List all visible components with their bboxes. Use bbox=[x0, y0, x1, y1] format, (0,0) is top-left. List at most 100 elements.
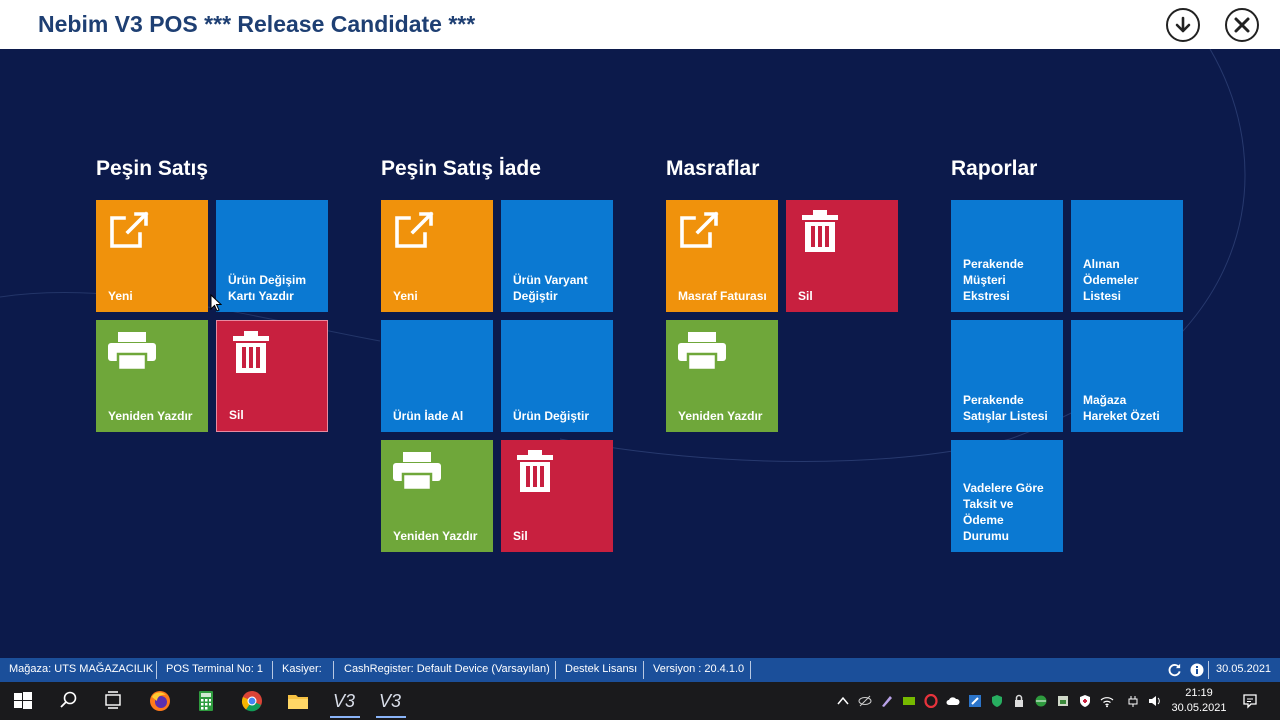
tile-alinan-odemeler-listesi[interactable]: Alınan Ödemeler Listesi bbox=[1071, 200, 1183, 312]
tile-label: Ürün Değiştir bbox=[513, 409, 590, 423]
nebim-v3-icon[interactable]: V3 bbox=[330, 686, 360, 718]
task-view-icon[interactable] bbox=[102, 689, 126, 713]
lock-icon[interactable] bbox=[1012, 694, 1026, 708]
tile-label: Sil bbox=[513, 529, 528, 543]
tile-urun-iade-al[interactable]: Ürün İade Al bbox=[381, 320, 493, 432]
tile-perakende-satislar-listesi[interactable]: Perakende Satışlar Listesi bbox=[951, 320, 1063, 432]
usb-icon[interactable] bbox=[1056, 694, 1070, 708]
arrow-down-circle-icon[interactable] bbox=[1166, 8, 1200, 42]
title-bar: Nebim V3 POS *** Release Candidate *** bbox=[0, 0, 1280, 49]
nebim-v3-icon[interactable]: V3 bbox=[376, 686, 406, 718]
tile-label: Perakende Satışlar Listesi bbox=[963, 393, 1048, 423]
group-title-raporlar: Raporlar bbox=[951, 157, 1038, 180]
opera-icon[interactable] bbox=[924, 693, 938, 709]
window-title: Nebim V3 POS *** Release Candidate *** bbox=[38, 11, 476, 37]
external-link-icon bbox=[106, 208, 150, 257]
tile-label: Sil bbox=[798, 289, 813, 303]
group-title-pesin-satis-iade: Peşin Satış İade bbox=[381, 157, 541, 180]
tile-label: Yeni bbox=[108, 289, 133, 303]
status-terminal: POS Terminal No: 1 bbox=[166, 663, 264, 675]
calculator-icon[interactable] bbox=[194, 689, 218, 713]
group-title-masraflar: Masraflar bbox=[666, 157, 760, 180]
firefox-icon[interactable] bbox=[148, 689, 172, 713]
antivirus-icon[interactable] bbox=[1078, 694, 1092, 708]
tile-urun-degisim-karti-yazdir[interactable]: Ürün Değişim Kartı Yazdır bbox=[216, 200, 328, 312]
notification-icon[interactable] bbox=[1242, 693, 1258, 709]
tile-label: Sil bbox=[229, 408, 244, 422]
mouse-cursor-icon bbox=[210, 294, 222, 312]
network-app-icon[interactable] bbox=[1034, 694, 1048, 708]
tile-iade-yeniden-yazdir[interactable]: Yeniden Yazdır bbox=[381, 440, 493, 552]
tile-label: Ürün İade Al bbox=[393, 409, 464, 423]
taskbar: V3 V3 21:19 30.05.2021 bbox=[0, 682, 1280, 720]
shield-icon[interactable] bbox=[990, 694, 1004, 708]
nvidia-icon[interactable] bbox=[902, 694, 916, 708]
tile-label: Mağaza Hareket Özeti bbox=[1083, 393, 1160, 423]
tile-label: Masraf Faturası bbox=[678, 289, 767, 303]
wifi-icon[interactable] bbox=[1100, 694, 1114, 708]
trash-icon bbox=[800, 208, 840, 259]
status-cash-register: CashRegister: Default Device (Varsayılan… bbox=[344, 663, 550, 675]
tile-magaza-hareket-ozeti[interactable]: Mağaza Hareket Özeti bbox=[1071, 320, 1183, 432]
app-label: V3 bbox=[333, 691, 356, 711]
taskbar-clock[interactable]: 21:19 30.05.2021 bbox=[1168, 686, 1230, 716]
printer-icon bbox=[106, 328, 158, 379]
tile-label: Ürün Varyant Değiştir bbox=[513, 273, 588, 303]
tile-urun-varyant-degistir[interactable]: Ürün Varyant Değiştir bbox=[501, 200, 613, 312]
tile-label: Alınan Ödemeler Listesi bbox=[1083, 257, 1139, 303]
file-explorer-icon[interactable] bbox=[286, 689, 310, 713]
tile-perakende-musteri-ekstresi[interactable]: Perakende Müşteri Ekstresi bbox=[951, 200, 1063, 312]
trash-icon bbox=[231, 329, 271, 380]
tile-masraf-sil[interactable]: Sil bbox=[786, 200, 898, 312]
tile-iade-sil[interactable]: Sil bbox=[501, 440, 613, 552]
eye-slash-icon[interactable] bbox=[858, 694, 872, 708]
tile-label: Ürün Değişim Kartı Yazdır bbox=[228, 273, 307, 303]
tile-urun-degistir[interactable]: Ürün Değiştir bbox=[501, 320, 613, 432]
pen-icon[interactable] bbox=[880, 694, 894, 708]
status-separator bbox=[750, 661, 751, 679]
clock-time: 21:19 bbox=[1185, 687, 1213, 699]
tile-label: Perakende Müşteri Ekstresi bbox=[963, 257, 1024, 303]
dashboard: Peşin Satış Yeni Ürün Değişim Kartı Yazd… bbox=[0, 49, 1280, 658]
status-version: Versiyon : 20.4.1.0 bbox=[653, 663, 745, 675]
app-label: V3 bbox=[379, 691, 402, 711]
tile-pesin-satis-yeni[interactable]: Yeni bbox=[96, 200, 208, 312]
speaker-icon[interactable] bbox=[1148, 694, 1162, 708]
app-tray-icon[interactable] bbox=[968, 694, 982, 708]
tile-pesin-satis-yeniden-yazdir[interactable]: Yeniden Yazdır bbox=[96, 320, 208, 432]
external-link-icon bbox=[391, 208, 435, 257]
info-icon[interactable] bbox=[1190, 663, 1204, 680]
tile-vadelere-gore-taksit[interactable]: Vadelere Göre Taksit ve Ödeme Durumu bbox=[951, 440, 1063, 552]
tile-pesin-satis-sil[interactable]: Sil bbox=[216, 320, 328, 432]
clock-date: 30.05.2021 bbox=[1171, 702, 1227, 714]
status-store: Mağaza: UTS MAĞAZACILIK bbox=[9, 663, 154, 675]
tile-masraf-yeniden-yazdir[interactable]: Yeniden Yazdır bbox=[666, 320, 778, 432]
status-separator bbox=[1208, 661, 1209, 679]
status-separator bbox=[156, 661, 157, 679]
refresh-icon[interactable] bbox=[1167, 662, 1182, 680]
close-circle-icon[interactable] bbox=[1225, 8, 1259, 42]
cloud-icon[interactable] bbox=[946, 694, 960, 708]
trash-icon bbox=[515, 448, 555, 499]
status-separator bbox=[555, 661, 556, 679]
power-plug-icon[interactable] bbox=[1126, 694, 1140, 708]
printer-icon bbox=[391, 448, 443, 499]
group-title-pesin-satis: Peşin Satış bbox=[96, 157, 209, 180]
status-separator bbox=[643, 661, 644, 679]
status-license: Destek Lisansı bbox=[565, 663, 638, 675]
tile-label: Yeniden Yazdır bbox=[393, 529, 478, 543]
status-separator bbox=[333, 661, 334, 679]
search-icon[interactable] bbox=[58, 689, 82, 713]
status-date: 30.05.2021 bbox=[1216, 663, 1272, 675]
chrome-icon[interactable] bbox=[240, 689, 264, 713]
status-separator bbox=[272, 661, 273, 679]
tile-iade-yeni[interactable]: Yeni bbox=[381, 200, 493, 312]
external-link-icon bbox=[676, 208, 720, 257]
status-bar: Mağaza: UTS MAĞAZACILIK POS Terminal No:… bbox=[0, 658, 1280, 682]
tile-label: Vadelere Göre Taksit ve Ödeme Durumu bbox=[963, 481, 1044, 543]
windows-start-icon[interactable] bbox=[12, 689, 36, 713]
chevron-up-icon[interactable] bbox=[836, 694, 850, 708]
tile-masraf-faturasi[interactable]: Masraf Faturası bbox=[666, 200, 778, 312]
tile-label: Yeniden Yazdır bbox=[678, 409, 763, 423]
tile-label: Yeni bbox=[393, 289, 418, 303]
